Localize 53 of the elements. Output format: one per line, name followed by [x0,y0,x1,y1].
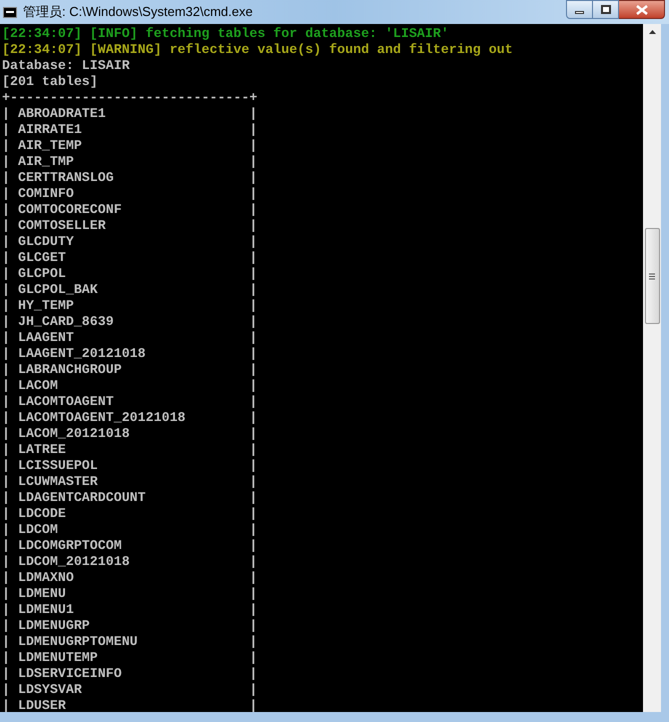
console-line: | GLCPOL | [2,266,258,282]
close-button[interactable] [619,0,665,19]
console-line: +------------------------------+ [2,90,258,106]
console-line: | LDCOM_20121018 | [2,554,258,570]
console-line: | LDMENUGRPTOMENU | [2,634,258,650]
console-line: | LDAGENTCARDCOUNT | [2,490,258,506]
console-line: [22:34:07] [WARNING] reflective value(s) found and filtering out [2,42,513,58]
console-line: | AIRRATE1 | [2,122,258,138]
console-line: | LACOMTOAGENT_20121018 | [2,410,258,426]
console-line: | LAAGENT | [2,330,258,346]
scrollbar[interactable] [643,24,661,712]
console-line: | HY_TEMP | [2,298,258,314]
console-line: | LACOM | [2,378,258,394]
console-line: | LAAGENT_20121018 | [2,346,258,362]
console-line: Database: LISAIR [2,58,130,74]
grip-icon [649,272,655,280]
console-line: | LDMENU | [2,586,258,602]
console-line: | GLCDUTY | [2,234,258,250]
console-line: | LDCOM | [2,522,258,538]
console-line: [201 tables] [2,74,98,90]
console-line: | LDUSER | [2,698,258,712]
console-line: | COMTOSELLER | [2,218,258,234]
console-line: | LDMAXNO | [2,570,258,586]
console-line: | CERTTRANSLOG | [2,170,258,186]
minimize-button[interactable] [566,0,593,19]
console-line: | LDMENU1 | [2,602,258,618]
window-title: 管理员: C:\Windows\System32\cmd.exe [23,3,253,22]
console-line: | LABRANCHGROUP | [2,362,258,378]
console-line: | GLCGET | [2,250,258,266]
console-line: | LATREE | [2,442,258,458]
scrollbar-thumb[interactable] [644,228,660,324]
console-line: | LDSERVICEINFO | [2,666,258,682]
console-line: | LDMENUGRP | [2,618,258,634]
console-line: | LDSYSVAR | [2,682,258,698]
console-line: | AIR_TEMP | [2,138,258,154]
console-line: | LCISSUEPOL | [2,458,258,474]
console-line: | GLCPOL_BAK | [2,282,258,298]
console-line: | LCUWMASTER | [2,474,258,490]
console-line: | COMINFO | [2,186,258,202]
close-icon [636,4,648,14]
console-line: | COMTOCORECONF | [2,202,258,218]
console-line: | LDCODE | [2,506,258,522]
scroll-up-arrow-icon[interactable] [648,30,656,34]
console-line: | LDMENUTEMP | [2,650,258,666]
console-line: | LDCOMGRPTOCOM | [2,538,258,554]
console-line: [22:34:07] [INFO] fetching tables for database: 'LISAIR' [2,26,449,42]
console-line: | JH_CARD_8639 | [2,314,258,330]
console-line: | AIR_TMP | [2,154,258,170]
maximize-button[interactable] [593,0,619,19]
console-line: | ABROADRATE1 | [2,106,258,122]
console-line: | LACOM_20121018 | [2,426,258,442]
console-icon [3,6,17,18]
console-line: | LACOMTOAGENT | [2,394,258,410]
